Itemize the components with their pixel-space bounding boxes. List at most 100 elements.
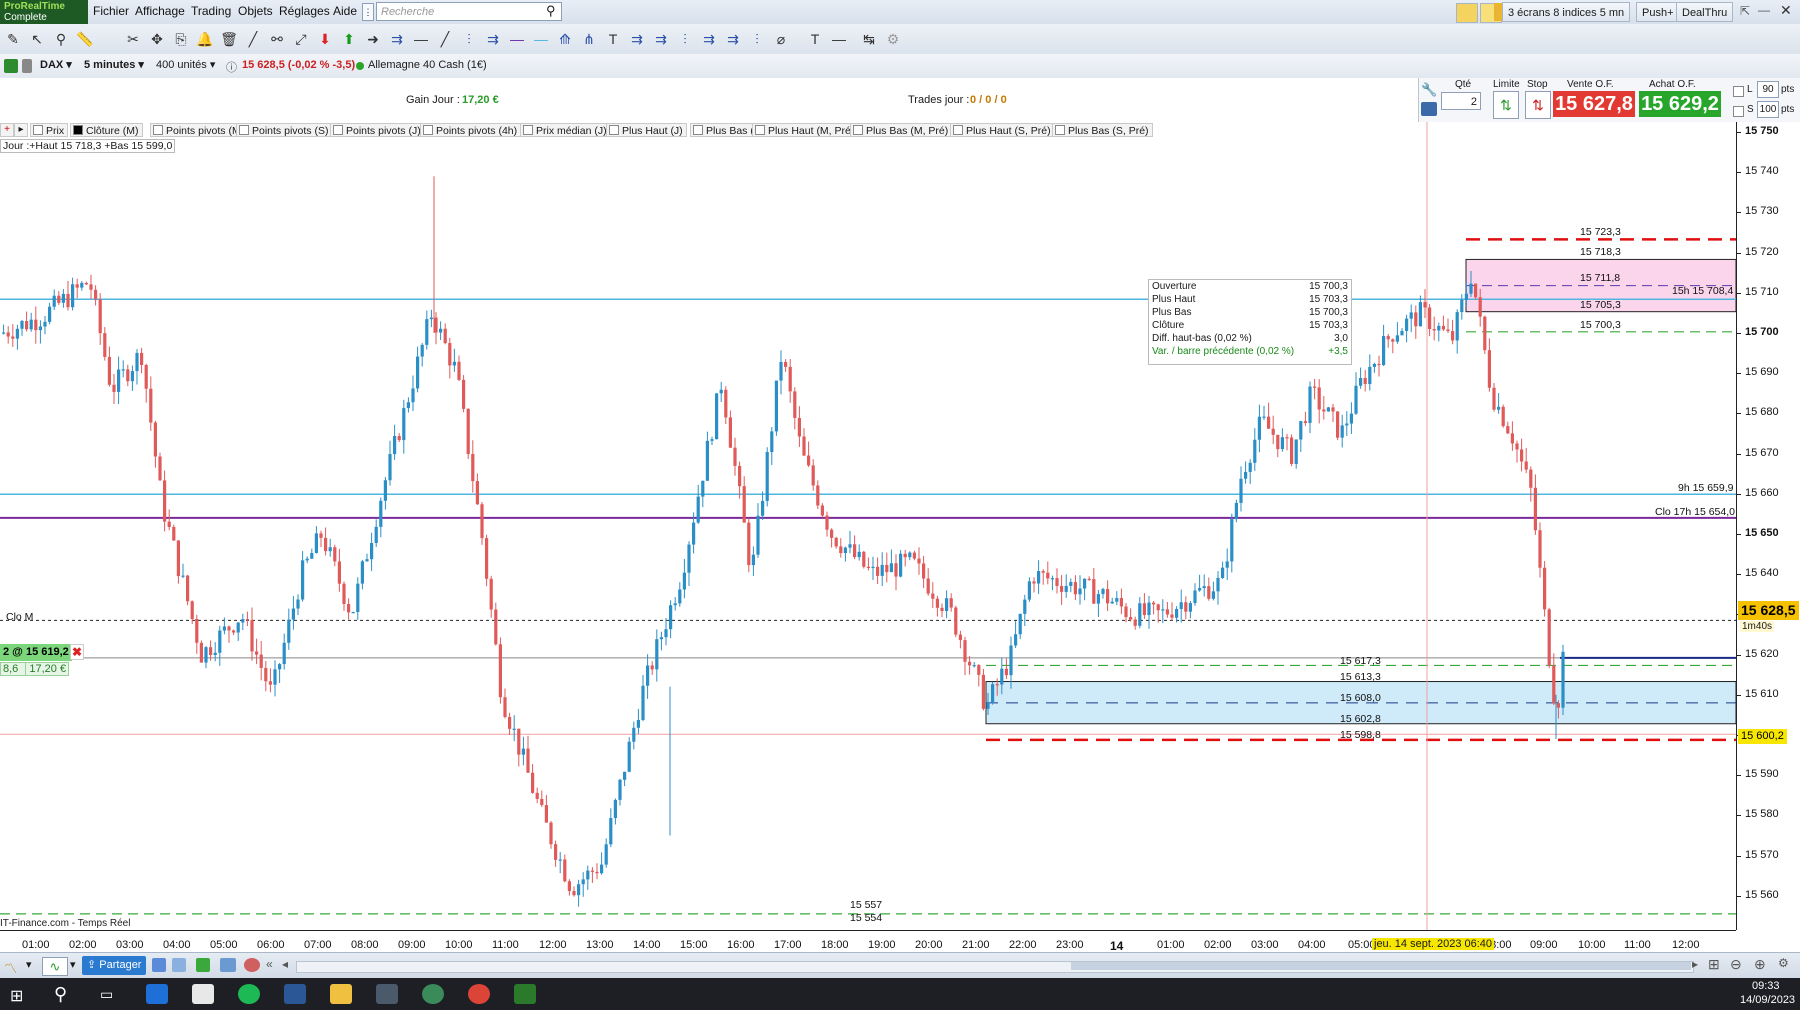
- fibo-ext-icon[interactable]: ⫶: [676, 30, 694, 48]
- arrow-down-icon[interactable]: ⬇: [316, 30, 334, 48]
- legend-checkbox[interactable]: [853, 125, 863, 135]
- calculator-taskbar-icon[interactable]: [376, 984, 398, 1004]
- buy-button[interactable]: 15 629,2: [1639, 91, 1721, 117]
- app2-icon[interactable]: [422, 984, 444, 1004]
- screenshot-icon[interactable]: [152, 958, 166, 972]
- text2-icon[interactable]: T: [806, 30, 824, 48]
- legend-checkbox[interactable]: [609, 125, 619, 135]
- hline-icon[interactable]: —: [412, 30, 430, 48]
- expand-icon[interactable]: ▸: [14, 123, 28, 137]
- chart-type-icon[interactable]: [1456, 3, 1478, 23]
- windows-start-icon[interactable]: ⊞: [10, 986, 23, 1006]
- calculator-icon[interactable]: [1421, 102, 1437, 116]
- taskbar-search-icon[interactable]: ⚲: [54, 984, 67, 1005]
- dropdown2-icon[interactable]: ▾: [70, 958, 76, 971]
- dealthru-button[interactable]: DealThru: [1676, 2, 1734, 22]
- legend-item[interactable]: Points pivots (M): [150, 123, 249, 137]
- legend-checkbox[interactable]: [153, 125, 163, 135]
- ellipse-icon[interactable]: ⇉: [724, 30, 742, 48]
- l-checkbox[interactable]: [1733, 86, 1744, 97]
- legend-checkbox[interactable]: [693, 125, 703, 135]
- search-input[interactable]: Recherche: [376, 2, 562, 21]
- legend-item[interactable]: Points pivots (4h): [420, 123, 522, 137]
- scroll-right-icon[interactable]: ▸: [1692, 957, 1698, 971]
- layout-icon[interactable]: [220, 958, 236, 972]
- legend-item[interactable]: Plus Bas (M, Pré): [850, 123, 953, 137]
- menu-reglages[interactable]: Réglages: [279, 4, 330, 18]
- legend-checkbox[interactable]: [333, 125, 343, 135]
- indicator-icon[interactable]: 〽: [4, 958, 17, 977]
- move-icon[interactable]: ✥: [148, 30, 166, 48]
- eraser-icon[interactable]: ⌀: [772, 30, 790, 48]
- close-icon[interactable]: ✕: [1780, 2, 1792, 19]
- dropdown-icon[interactable]: ▾: [26, 958, 32, 971]
- legend-checkbox[interactable]: [755, 125, 765, 135]
- overlay-icon[interactable]: ∿: [42, 957, 68, 976]
- arrow-right-icon[interactable]: ➜: [364, 30, 382, 48]
- fan-icon[interactable]: ⟰: [556, 30, 574, 48]
- legend-item[interactable]: Clôture (M): [70, 123, 143, 137]
- folder-taskbar-icon[interactable]: [330, 984, 352, 1004]
- gann-icon[interactable]: ⇉: [628, 30, 646, 48]
- ray-icon[interactable]: ⤢: [292, 30, 310, 48]
- purple-line-icon[interactable]: —: [508, 30, 526, 48]
- legend-checkbox[interactable]: [73, 125, 83, 135]
- dash-icon[interactable]: —: [830, 30, 848, 48]
- cyan-line-icon[interactable]: —: [532, 30, 550, 48]
- sell-button[interactable]: 15 627,8: [1553, 91, 1635, 117]
- trash-icon[interactable]: 🗑: [220, 30, 238, 48]
- link-icon[interactable]: [22, 59, 32, 73]
- chart-icon[interactable]: [4, 59, 18, 73]
- legend-checkbox[interactable]: [239, 125, 249, 135]
- pitchfork-icon[interactable]: ⋔: [580, 30, 598, 48]
- qty-input[interactable]: 2: [1441, 92, 1481, 110]
- fibo-icon[interactable]: ⫶: [460, 30, 478, 48]
- legend-item[interactable]: Plus Haut (S, Pré): [950, 123, 1055, 137]
- units-selector[interactable]: 400 unités ▾: [152, 57, 219, 74]
- add-indicator-icon[interactable]: +: [0, 123, 14, 137]
- line-icon[interactable]: ╱: [244, 30, 262, 48]
- legend-checkbox[interactable]: [953, 125, 963, 135]
- ruler-icon[interactable]: 📏: [76, 30, 94, 48]
- layout-selector[interactable]: 3 écrans 8 indices 5 mn: [1502, 2, 1631, 22]
- grip-icon[interactable]: ⋮: [362, 3, 374, 21]
- legend-item[interactable]: Prix médian (J): [520, 123, 611, 137]
- legend-item[interactable]: Points pivots (S): [236, 123, 333, 137]
- word-icon[interactable]: [284, 984, 306, 1004]
- price-axis[interactable]: 15 750 15 740 15 730 15 720 15 710 15 700 15 6…: [1736, 122, 1800, 930]
- wrench-icon[interactable]: 🔧: [1421, 82, 1437, 98]
- arrow-link-icon[interactable]: ↹: [860, 30, 878, 48]
- zoom-icon[interactable]: ⚲: [52, 30, 70, 48]
- legend-item[interactable]: Points pivots (J): [330, 123, 425, 137]
- legend-item[interactable]: Plus Haut (M, Pré): [752, 123, 859, 137]
- horizontal-scrollbar[interactable]: [296, 961, 1694, 973]
- brush-icon[interactable]: ✂: [124, 30, 142, 48]
- record-icon[interactable]: [244, 958, 260, 972]
- text-icon[interactable]: T: [604, 30, 622, 48]
- close-position-icon[interactable]: ✖: [70, 644, 84, 660]
- symbol-selector[interactable]: DAX ▾: [36, 57, 76, 74]
- gear-icon[interactable]: ⚙: [884, 30, 902, 48]
- bell-icon[interactable]: 🔔: [196, 30, 214, 48]
- print-icon[interactable]: [172, 958, 186, 972]
- menu-aide[interactable]: Aide: [333, 4, 357, 18]
- channel2-icon[interactable]: ⇉: [484, 30, 502, 48]
- legend-checkbox[interactable]: [423, 125, 433, 135]
- spotify-icon[interactable]: [238, 984, 260, 1004]
- pencil-icon[interactable]: ✎: [4, 30, 22, 48]
- limit-button[interactable]: ⇅: [1493, 91, 1519, 119]
- l-input[interactable]: 90: [1757, 81, 1779, 98]
- share-button[interactable]: ⇪ Partager: [82, 956, 147, 975]
- menu-affichage[interactable]: Affichage: [135, 4, 185, 18]
- legend-checkbox[interactable]: [1055, 125, 1065, 135]
- segment-icon[interactable]: ⚯: [268, 30, 286, 48]
- menu-fichier[interactable]: Fichier: [93, 4, 129, 18]
- price-chart[interactable]: [0, 122, 1736, 930]
- scroll-left-icon[interactable]: ◂: [282, 957, 288, 971]
- menu-trading[interactable]: Trading: [191, 4, 231, 18]
- scrollbar-thumb[interactable]: [1071, 962, 1691, 970]
- position-tag[interactable]: 2 @ 15 619,2: [0, 644, 72, 661]
- legend-item[interactable]: Plus Bas (S, Pré): [1052, 123, 1153, 137]
- trendline-icon[interactable]: ╱: [436, 30, 454, 48]
- stop-button[interactable]: ⇅: [1525, 91, 1551, 119]
